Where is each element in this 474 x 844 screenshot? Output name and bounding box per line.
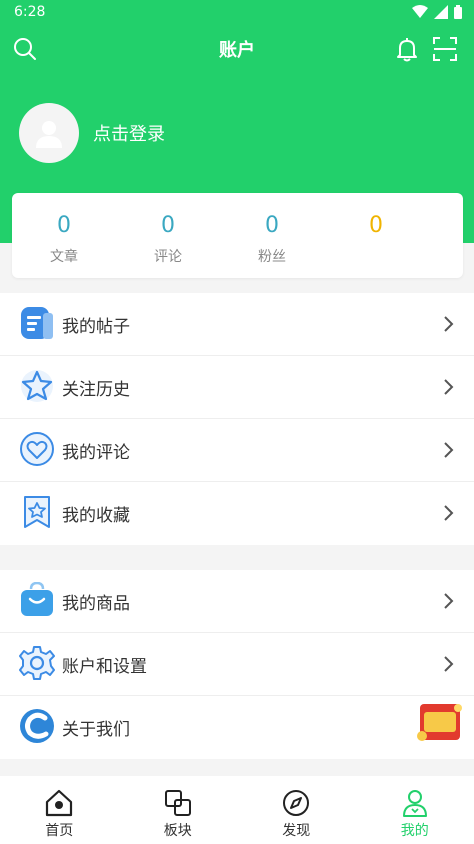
tab-discover[interactable]: 发现 (237, 776, 356, 844)
tab-label: 发现 (282, 823, 311, 839)
menu-item-my-products[interactable]: 我的商品 (0, 570, 474, 633)
stat-value: 0 (369, 213, 383, 238)
status-time: 6:28 (14, 4, 46, 20)
stat-value: 0 (57, 213, 71, 238)
stat-value: 0 (161, 213, 175, 238)
tab-home[interactable]: 首页 (0, 776, 119, 844)
stat-fans[interactable]: 0 粉丝 (220, 193, 324, 278)
menu-label: 我的评论 (62, 442, 130, 463)
menu-label: 关于我们 (62, 720, 130, 740)
status-bar: 6:28 (0, 0, 474, 26)
stat-label: 粉丝 (258, 249, 286, 265)
signal-icon (434, 5, 448, 19)
about-logo-icon (20, 709, 54, 743)
tab-label: 板块 (163, 823, 192, 839)
top-bar: 账户 (0, 28, 474, 68)
chevron-right-icon (444, 505, 454, 521)
scan-icon[interactable] (432, 36, 458, 62)
bookmark-icon (24, 496, 50, 528)
chevron-right-icon (444, 316, 454, 332)
heart-comment-icon (20, 432, 54, 466)
red-envelope-icon[interactable] (416, 700, 464, 744)
tab-label: 我的 (400, 823, 429, 839)
boards-icon (164, 790, 191, 816)
chevron-right-icon (444, 593, 454, 609)
menu-label: 我的帖子 (62, 316, 130, 337)
avatar[interactable] (19, 103, 79, 163)
chevron-right-icon (444, 442, 454, 458)
star-icon (21, 370, 53, 402)
home-icon (46, 789, 73, 817)
battery-icon (454, 5, 462, 19)
posts-icon (21, 307, 53, 339)
chevron-right-icon (444, 379, 454, 395)
stat-articles[interactable]: 0 文章 (12, 193, 116, 278)
menu-label: 我的收藏 (62, 506, 130, 526)
wifi-icon (412, 5, 428, 18)
stat-label: 文章 (50, 249, 78, 265)
stat-label: 评论 (154, 249, 182, 265)
menu-item-my-comments[interactable]: 我的评论 (0, 419, 474, 482)
menu-item-my-posts[interactable]: 我的帖子 (0, 293, 474, 356)
stat-comments[interactable]: 0 评论 (116, 193, 220, 278)
menu-label: 账户和设置 (62, 656, 147, 677)
compass-icon (283, 790, 310, 816)
tab-mine[interactable]: 我的 (356, 776, 474, 844)
menu-item-about-us[interactable]: 关于我们 (0, 696, 474, 759)
stat-points[interactable]: 0 (324, 193, 428, 278)
chevron-right-icon (444, 656, 454, 672)
bottom-tab-bar: 首页 板块 发现 我的 (0, 776, 474, 844)
tab-boards[interactable]: 板块 (119, 776, 238, 844)
settings-gear-icon (19, 646, 55, 680)
login-link[interactable]: 点击登录 (93, 120, 165, 146)
shopping-bag-icon (21, 582, 53, 616)
system-icons (412, 5, 462, 19)
menu-item-follow-history[interactable]: 关注历史 (0, 356, 474, 419)
stats-card: 0 文章 0 评论 0 粉丝 0 (12, 193, 463, 278)
user-icon (402, 790, 427, 817)
menu-item-my-favorites[interactable]: 我的收藏 (0, 482, 474, 545)
menu-item-account-settings[interactable]: 账户和设置 (0, 633, 474, 696)
bell-icon[interactable] (394, 36, 420, 62)
menu-group-account: 我的商品 账户和设置 关于我们 (0, 570, 474, 759)
stat-value: 0 (265, 213, 279, 238)
tab-label: 首页 (45, 823, 74, 839)
menu-label: 我的商品 (62, 593, 130, 614)
menu-label: 关注历史 (62, 379, 130, 400)
menu-group-content: 我的帖子 关注历史 我的评论 我的收藏 (0, 293, 474, 545)
profile-login[interactable]: 点击登录 (19, 103, 165, 163)
default-avatar-icon (36, 121, 62, 148)
